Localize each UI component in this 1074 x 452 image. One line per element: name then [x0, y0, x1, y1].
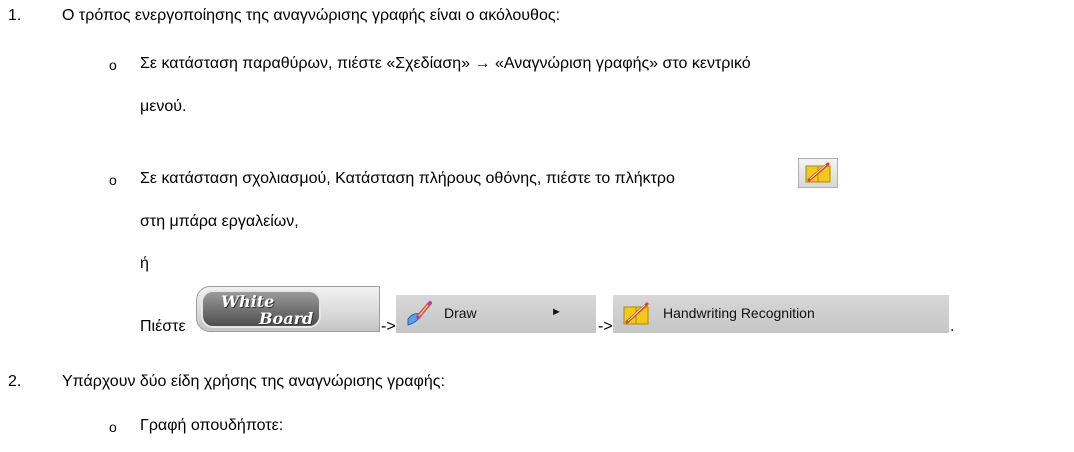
- draw-menu-label: Draw: [444, 305, 477, 321]
- bullet-marker: o: [109, 172, 117, 188]
- press-label: Πιέστε: [140, 318, 186, 335]
- draw-brush-icon: [407, 301, 432, 326]
- submenu-arrow-icon: ►: [551, 306, 562, 318]
- handwriting-recognition-icon: [623, 302, 649, 325]
- bullet-2-or: ή: [140, 255, 149, 272]
- bullet-2-line1: Σε κατάσταση σχολιασμού, Κατάσταση πλήρο…: [140, 170, 675, 187]
- arrow-1: ->: [381, 318, 396, 335]
- bullet-marker: o: [109, 57, 117, 73]
- toolbar-handwriting-button[interactable]: [798, 158, 838, 188]
- sentence-period: .: [950, 318, 955, 335]
- draw-menu-item[interactable]: Draw ►: [396, 295, 596, 333]
- handwriting-menu-label: Handwriting Recognition: [663, 305, 815, 321]
- bullet-marker: o: [109, 419, 117, 435]
- item-1-text: Ο τρόπος ενεργοποίησης της αναγνώρισης γ…: [62, 7, 561, 24]
- bullet-2-line2: στη μπάρα εργαλείων,: [140, 213, 299, 230]
- list-number-2: 2.: [8, 373, 22, 390]
- whiteboard-button[interactable]: White Board: [196, 286, 380, 332]
- item-2-text: Υπάρχουν δύο είδη χρήσης της αναγνώρισης…: [62, 373, 445, 390]
- list-number-1: 1.: [8, 7, 22, 24]
- bullet-3-line1: Γραφή οπουδήποτε:: [140, 417, 284, 434]
- handwriting-recognition-menu-item[interactable]: Handwriting Recognition: [613, 295, 949, 333]
- bullet-1-line2: μενού.: [140, 98, 187, 115]
- whiteboard-pill: White Board: [201, 290, 321, 328]
- bullet-1-line1: Σε κατάσταση παραθύρων, πιέστε «Σχεδίαση…: [140, 55, 751, 72]
- handwriting-recognition-icon: [805, 162, 831, 183]
- whiteboard-label-2: Board: [259, 309, 314, 328]
- arrow-2: ->: [598, 318, 613, 335]
